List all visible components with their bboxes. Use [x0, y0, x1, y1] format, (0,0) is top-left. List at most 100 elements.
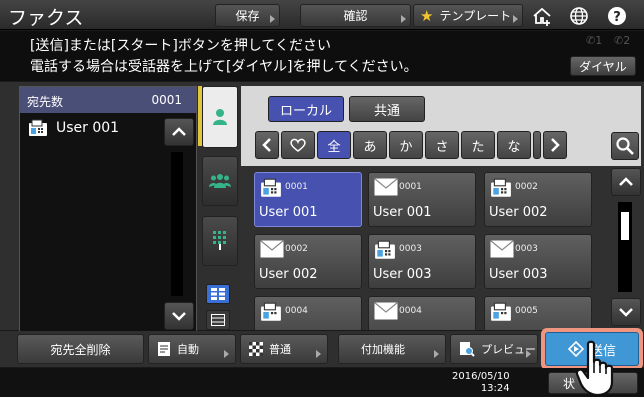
help-icon[interactable]: ? — [602, 4, 632, 27]
contact-number: 0003 — [515, 244, 538, 254]
extra-functions-button[interactable]: 付加機能 — [338, 334, 446, 364]
contact-card[interactable]: 0001 User 001 — [368, 172, 476, 227]
checker-icon — [249, 342, 263, 356]
contact-card[interactable]: 0004 — [368, 296, 476, 330]
fax-icon — [260, 302, 282, 326]
grid-scroll-down-button[interactable] — [611, 298, 641, 326]
recipient-count-label: 宛先数 — [27, 95, 64, 109]
save-button[interactable]: 保存 — [215, 4, 280, 27]
chevron-left-icon — [262, 138, 271, 152]
local-addressbook-button[interactable]: ローカル — [268, 96, 344, 122]
mail-icon — [374, 178, 398, 200]
home-add-icon[interactable] — [527, 4, 557, 27]
heart-icon — [290, 138, 306, 152]
contact-name: User 002 — [489, 205, 548, 220]
group-icon — [209, 174, 231, 188]
index-prev-button[interactable] — [255, 131, 279, 159]
search-icon — [616, 137, 634, 155]
contact-name: User 002 — [259, 267, 318, 282]
line-2-indicator: ✆2 — [614, 34, 631, 47]
recipient-scroll-down-button[interactable] — [164, 302, 194, 330]
search-button[interactable] — [611, 132, 639, 160]
message-line-1: [送信]または[スタート]ボタンを押してください — [30, 38, 332, 54]
save-label: 保存 — [235, 9, 260, 23]
list-view-icon — [211, 314, 225, 326]
contact-card[interactable]: 0003 User 003 — [484, 234, 592, 289]
tab-single-contact[interactable] — [202, 86, 238, 148]
recipient-header: 宛先数 0001 — [20, 87, 196, 113]
submenu-arrow-icon — [513, 15, 518, 23]
grid-scroll-up-button[interactable] — [611, 168, 641, 196]
quality-normal-button[interactable]: 普通 — [240, 334, 328, 364]
chevron-right-icon — [551, 138, 560, 152]
index-partial-tab — [533, 131, 541, 159]
preview-icon — [460, 342, 475, 357]
recipient-scrollbar[interactable] — [171, 152, 183, 296]
line-1-indicator: ✆1 — [586, 34, 603, 47]
contact-name: User 001 — [259, 205, 318, 220]
star-icon: ★ — [420, 6, 434, 25]
tab-group[interactable] — [202, 156, 238, 206]
globe-icon[interactable] — [564, 4, 594, 27]
time-text: 13:24 — [480, 383, 510, 394]
submenu-arrow-icon — [434, 350, 439, 358]
contact-card[interactable]: 0004 — [254, 296, 362, 330]
svg-text:?: ? — [613, 10, 621, 25]
normal-label: 普通 — [269, 343, 291, 356]
index-next-button[interactable] — [543, 131, 567, 159]
tab-direct-input[interactable] — [202, 216, 238, 266]
extra-label: 付加機能 — [361, 343, 405, 356]
grid-scrollbar[interactable] — [618, 202, 632, 292]
confirm-button[interactable]: 確認 — [300, 4, 411, 27]
auto-label: 自動 — [177, 343, 199, 356]
index-tab-ta[interactable]: た — [461, 131, 495, 159]
index-favorite-tab[interactable] — [281, 131, 315, 159]
mail-icon — [490, 240, 514, 262]
recipient-count: 0001 — [151, 93, 182, 107]
template-button[interactable]: ★ テンプレート — [413, 4, 523, 27]
index-tab-ka[interactable]: か — [389, 131, 423, 159]
contact-card[interactable]: 0002 User 002 — [254, 234, 362, 289]
message-line-2: 電話する場合は受話器を上げて[ダイヤル]を押してください。 — [30, 59, 418, 75]
index-tab-sa[interactable]: さ — [425, 131, 459, 159]
grid-scroll-thumb[interactable] — [621, 212, 629, 240]
recipient-scroll-up-button[interactable] — [164, 118, 194, 146]
submenu-arrow-icon — [401, 15, 406, 23]
contact-number: 0004 — [399, 306, 422, 316]
contact-card[interactable]: 0002 User 002 — [484, 172, 592, 227]
top-bar: ファクス 保存 確認 ★ テンプレート ? — [0, 0, 644, 30]
tile-view-button[interactable] — [206, 284, 230, 304]
contact-card[interactable]: 0001 User 001 — [254, 172, 362, 227]
mail-icon — [374, 302, 398, 324]
datetime: 2016/05/10 13:24 — [452, 371, 510, 395]
addressbook-grid: 0001 User 001 0001 User 001 0002 User 00… — [241, 166, 641, 330]
contact-name: User 003 — [489, 267, 548, 282]
contact-card[interactable]: 0005 — [484, 296, 592, 330]
contact-card[interactable]: 0003 User 003 — [368, 234, 476, 289]
template-label: テンプレート — [439, 9, 512, 23]
index-tab-all[interactable]: 全 — [317, 131, 351, 159]
list-view-button[interactable] — [206, 310, 230, 330]
chevron-down-icon — [619, 308, 633, 317]
index-tab-na[interactable]: な — [497, 131, 531, 159]
chevron-down-icon — [172, 312, 186, 321]
dial-button[interactable]: ダイヤル — [570, 56, 636, 76]
chevron-up-icon — [619, 177, 633, 186]
fax-icon — [260, 178, 282, 202]
phone-icon: ✆ — [586, 34, 596, 47]
index-tab-a[interactable]: あ — [353, 131, 387, 159]
app-title: ファクス — [8, 7, 84, 29]
contact-number: 0004 — [285, 306, 308, 316]
fax-icon — [29, 119, 47, 136]
delete-all-recipients-button[interactable]: 宛先全削除 — [17, 334, 144, 364]
grid-view-icon — [211, 288, 225, 300]
document-icon — [158, 342, 170, 356]
person-icon — [213, 109, 227, 125]
contact-number: 0002 — [515, 182, 538, 192]
contact-name: User 001 — [373, 205, 432, 220]
resolution-auto-button[interactable]: 自動 — [148, 334, 236, 364]
shared-addressbook-button[interactable]: 共通 — [349, 96, 425, 122]
submenu-arrow-icon — [316, 350, 321, 358]
fax-icon — [374, 240, 396, 264]
preview-button[interactable]: プレビュー — [450, 334, 538, 364]
